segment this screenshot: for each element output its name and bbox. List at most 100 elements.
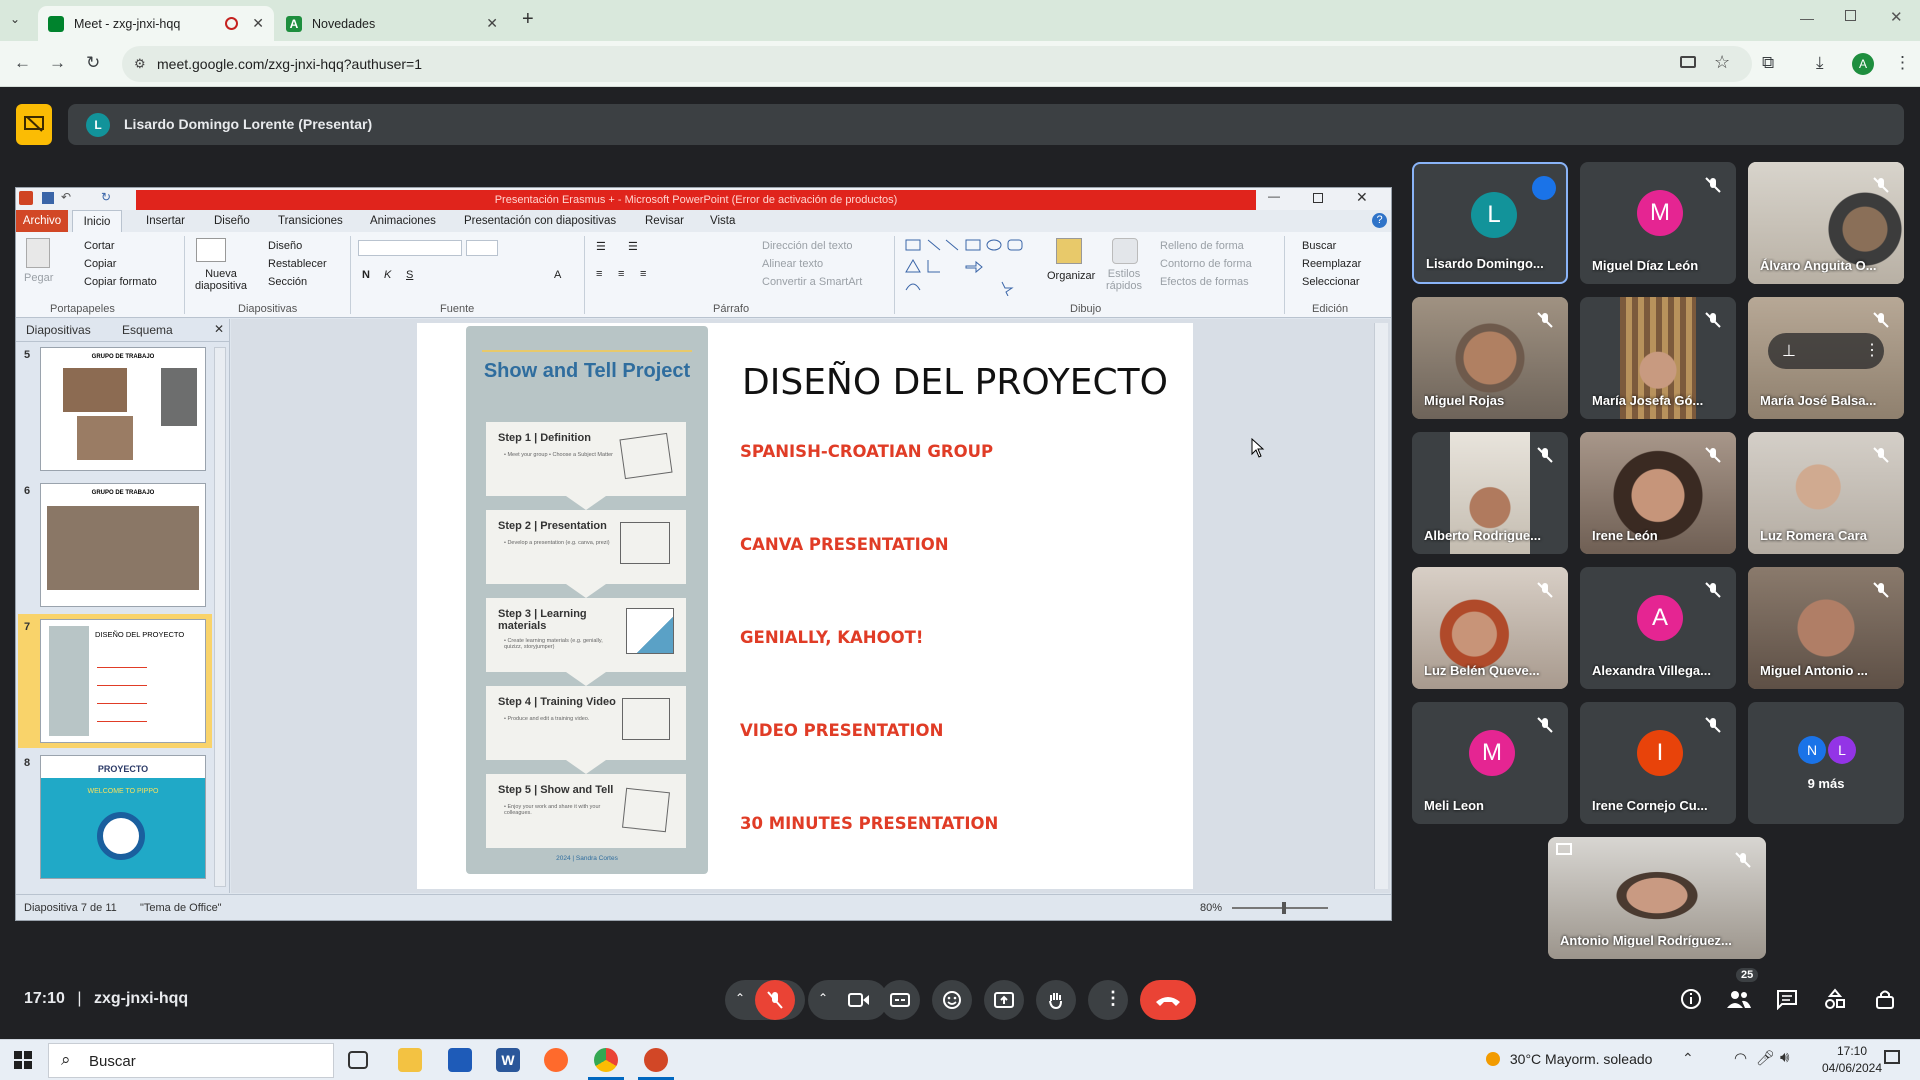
- weather-widget[interactable]: 30°C Mayorm. soleado: [1486, 1051, 1652, 1067]
- mic-toggle-button[interactable]: [755, 980, 795, 1020]
- slide-thumbnail-selected[interactable]: DISEÑO DEL PROYECTO: [40, 619, 206, 743]
- restablecer-button[interactable]: Restablecer: [268, 258, 327, 270]
- shapes-gallery-icon[interactable]: [904, 238, 1030, 296]
- pane-scrollbar[interactable]: [214, 347, 226, 887]
- slide-scrollbar[interactable]: [1374, 323, 1388, 889]
- efectos-formas-button[interactable]: Efectos de formas: [1160, 276, 1249, 288]
- audio-options-button[interactable]: ⌃: [725, 980, 805, 1020]
- participant-tile[interactable]: Alberto Rodrigue...: [1412, 432, 1568, 554]
- direccion-texto-button[interactable]: Dirección del texto: [762, 240, 853, 252]
- participant-tile[interactable]: Álvaro Anguita O...: [1748, 162, 1904, 284]
- ppt-close-icon[interactable]: ✕: [1356, 189, 1368, 206]
- copiar-button[interactable]: Copiar: [84, 258, 116, 270]
- pip-icon[interactable]: [1556, 843, 1572, 855]
- restore-icon[interactable]: [1845, 10, 1856, 21]
- cortar-button[interactable]: Cortar: [84, 240, 115, 252]
- back-icon[interactable]: ←: [14, 53, 31, 73]
- video-options-button[interactable]: ⌃: [808, 980, 888, 1020]
- ppt-minimize-icon[interactable]: —: [1268, 189, 1280, 203]
- host-controls-icon[interactable]: [1874, 988, 1896, 1010]
- pane-tab-diapositivas[interactable]: Diapositivas: [26, 323, 91, 337]
- people-button[interactable]: 25: [1726, 968, 1759, 1012]
- self-view-tile[interactable]: Antonio Miguel Rodríguez...: [1548, 837, 1766, 959]
- microphone-tray-icon[interactable]: 🎤︎: [1756, 1049, 1775, 1067]
- new-slide-icon[interactable]: [196, 238, 226, 262]
- diseno-button[interactable]: Diseño: [268, 240, 302, 252]
- minimize-icon[interactable]: —: [1800, 10, 1814, 26]
- participant-tile[interactable]: Luz Belén Queve...: [1412, 567, 1568, 689]
- file-explorer-icon[interactable]: [398, 1048, 422, 1072]
- ppt-restore-icon[interactable]: [1313, 193, 1323, 203]
- more-options-button[interactable]: ⋮: [1088, 980, 1128, 1020]
- site-info-icon[interactable]: ⚙: [134, 56, 146, 72]
- firefox-icon[interactable]: [544, 1048, 568, 1072]
- ribbon-tab-revisar[interactable]: Revisar: [645, 215, 684, 227]
- slide-thumbnail[interactable]: GRUPO DE TRABAJO: [40, 483, 206, 607]
- new-tab-icon[interactable]: +: [522, 8, 534, 31]
- address-bar[interactable]: ⚙ meet.google.com/zxg-jnxi-hqq?authuser=…: [122, 46, 1752, 82]
- numbering-icon[interactable]: ☰: [628, 240, 638, 253]
- organizar-icon[interactable]: [1056, 238, 1082, 264]
- undo-icon[interactable]: ↶: [61, 190, 71, 204]
- chrome-icon[interactable]: [594, 1048, 618, 1072]
- profile-avatar[interactable]: A: [1852, 53, 1874, 75]
- estilos-rapidos-button[interactable]: Estilos rápidos: [1102, 268, 1146, 292]
- redo-icon[interactable]: ↻: [101, 190, 111, 204]
- mail-icon[interactable]: [448, 1048, 472, 1072]
- close-window-icon[interactable]: ✕: [1890, 8, 1903, 26]
- ribbon-tab-inicio[interactable]: Inicio: [72, 210, 122, 232]
- participant-tile[interactable]: L Lisardo Domingo...: [1412, 162, 1568, 284]
- extensions-icon[interactable]: ⧉: [1762, 53, 1774, 73]
- raise-hand-button[interactable]: [1036, 980, 1076, 1020]
- participant-tile[interactable]: M Meli Leon: [1412, 702, 1568, 824]
- font-name-select[interactable]: [358, 240, 462, 256]
- camera-icon[interactable]: [1680, 56, 1696, 68]
- ribbon-tab-insertar[interactable]: Insertar: [146, 215, 185, 227]
- participant-tile[interactable]: ⊥ ⋮ María José Balsa...: [1748, 297, 1904, 419]
- close-tab-icon[interactable]: ✕: [486, 15, 498, 32]
- align-center-icon[interactable]: ≡: [618, 268, 624, 280]
- italic-icon[interactable]: K: [384, 269, 391, 281]
- task-view-icon[interactable]: [348, 1051, 368, 1069]
- save-icon[interactable]: [42, 192, 54, 204]
- nueva-diapositiva-button[interactable]: Nueva diapositiva: [190, 268, 252, 292]
- volume-icon[interactable]: 🔊︎: [1780, 1049, 1789, 1066]
- reactions-button[interactable]: [932, 980, 972, 1020]
- ribbon-tab-archivo[interactable]: Archivo: [16, 210, 68, 232]
- forward-icon[interactable]: →: [49, 53, 66, 73]
- seccion-button[interactable]: Sección: [268, 276, 307, 288]
- network-icon[interactable]: ◠: [1734, 1049, 1747, 1067]
- ribbon-tab-vista[interactable]: Vista: [710, 215, 735, 227]
- organizar-button[interactable]: Organizar: [1047, 270, 1095, 282]
- participant-tile[interactable]: Luz Romera Cara: [1748, 432, 1904, 554]
- taskbar-search[interactable]: ⌕ Buscar: [48, 1043, 334, 1078]
- pane-tab-esquema[interactable]: Esquema: [122, 323, 173, 337]
- taskbar-clock[interactable]: 17:10 04/06/2024: [1812, 1043, 1892, 1077]
- captions-button[interactable]: [880, 980, 920, 1020]
- participant-tile[interactable]: Miguel Antonio ...: [1748, 567, 1904, 689]
- align-right-icon[interactable]: ≡: [640, 268, 646, 280]
- powerpoint-icon[interactable]: [644, 1048, 668, 1072]
- tray-chevron-icon[interactable]: ⌃: [1682, 1050, 1694, 1067]
- slide-thumbnail[interactable]: GRUPO DE TRABAJO: [40, 347, 206, 471]
- camera-icon[interactable]: [848, 992, 870, 1008]
- participant-tile[interactable]: Irene León: [1580, 432, 1736, 554]
- align-left-icon[interactable]: ≡: [596, 268, 602, 280]
- ribbon-tab-diseno[interactable]: Diseño: [214, 215, 250, 227]
- download-icon[interactable]: ⤓: [1816, 53, 1824, 73]
- close-tab-icon[interactable]: ✕: [252, 15, 264, 32]
- participant-tile[interactable]: A Alexandra Villega...: [1580, 567, 1736, 689]
- contorno-forma-button[interactable]: Contorno de forma: [1160, 258, 1252, 270]
- activities-icon[interactable]: [1824, 988, 1846, 1010]
- menu-dots-icon[interactable]: ⋮: [1894, 53, 1911, 73]
- buscar-button[interactable]: Buscar: [1302, 240, 1336, 252]
- word-icon[interactable]: W: [496, 1048, 520, 1072]
- seleccionar-button[interactable]: Seleccionar: [1302, 276, 1359, 288]
- copiar-formato-button[interactable]: Copiar formato: [84, 276, 157, 288]
- present-screen-button[interactable]: [984, 980, 1024, 1020]
- reload-icon[interactable]: ↻: [86, 53, 100, 73]
- stop-presenting-button[interactable]: [16, 104, 52, 145]
- bold-icon[interactable]: N: [362, 269, 370, 281]
- tab-novedades[interactable]: A Novedades ✕: [276, 6, 508, 41]
- pin-icon[interactable]: ⊥: [1782, 341, 1796, 361]
